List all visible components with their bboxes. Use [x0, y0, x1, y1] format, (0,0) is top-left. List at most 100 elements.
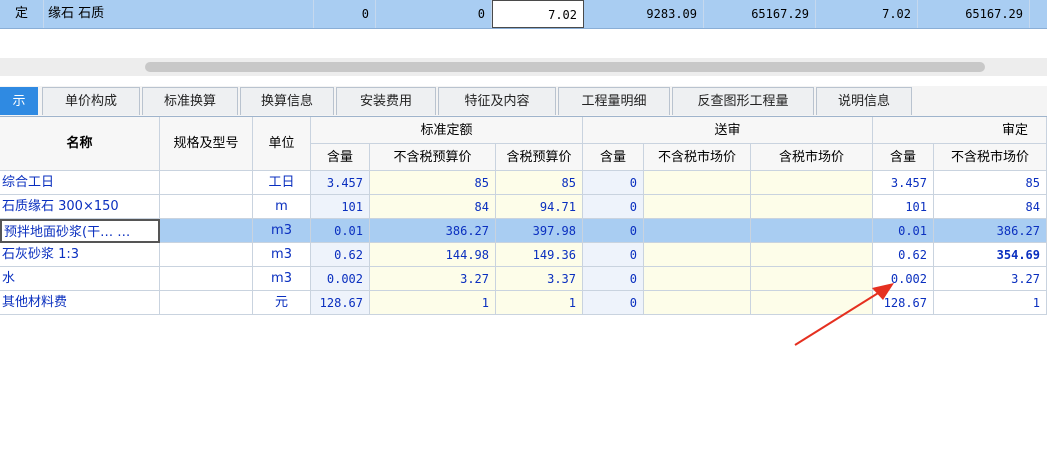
row-code: 定 — [0, 0, 44, 28]
cell-r-qty[interactable]: 0.002 — [873, 267, 934, 291]
scrollbar-thumb[interactable] — [145, 62, 985, 72]
cell-s-incl[interactable]: 149.36 — [496, 243, 583, 267]
detail-tab-bar: 示 单价构成 标准换算 换算信息 安装费用 特征及内容 工程量明细 反查图形工程… — [0, 86, 1047, 117]
header-review-excl: 不含税市场价 — [934, 144, 1047, 171]
cell-r-qty[interactable]: 101 — [873, 195, 934, 219]
header-spec: 规格及型号 — [160, 117, 253, 171]
row-value-5: 65167.29 — [704, 0, 816, 28]
cell-r-qty[interactable]: 0.01 — [873, 219, 934, 243]
cell-sub-qty[interactable]: 0 — [583, 195, 644, 219]
header-standard-qty: 含量 — [311, 144, 370, 171]
cell-s-excl[interactable]: 84 — [370, 195, 496, 219]
cell-s-incl[interactable]: 1 — [496, 291, 583, 315]
cell-s-incl[interactable]: 397.98 — [496, 219, 583, 243]
header-submit-excl: 不含税市场价 — [644, 144, 751, 171]
tab-install-fee[interactable]: 安装费用 — [336, 87, 436, 115]
tab-features[interactable]: 特征及内容 — [438, 87, 556, 115]
row-value-2: 0 — [376, 0, 492, 28]
cell-s-qty[interactable]: 101 — [311, 195, 370, 219]
cell-r-qty[interactable]: 128.67 — [873, 291, 934, 315]
cell-unit[interactable]: m — [253, 195, 311, 219]
row-value-4: 9283.09 — [584, 0, 704, 28]
cell-r-qty[interactable]: 3.457 — [873, 171, 934, 195]
header-group-standard: 标准定额 — [311, 117, 583, 144]
cell-s-excl[interactable]: 144.98 — [370, 243, 496, 267]
cell-sub-excl[interactable] — [644, 195, 751, 219]
cell-r-excl[interactable]: 85 — [934, 171, 1047, 195]
cell-unit[interactable]: m3 — [253, 243, 311, 267]
header-submit-incl: 含税市场价 — [751, 144, 873, 171]
cell-s-excl[interactable]: 85 — [370, 171, 496, 195]
row-name[interactable]: 缘石 石质 — [44, 0, 314, 28]
header-group-review: 审定 — [873, 117, 1047, 144]
cell-sub-qty[interactable]: 0 — [583, 291, 644, 315]
cell-s-qty[interactable]: 0.002 — [311, 267, 370, 291]
cell-unit[interactable]: 元 — [253, 291, 311, 315]
cell-s-qty[interactable]: 3.457 — [311, 171, 370, 195]
cell-r-qty[interactable]: 0.62 — [873, 243, 934, 267]
cell-sub-incl[interactable] — [751, 243, 873, 267]
cell-spec[interactable] — [160, 267, 253, 291]
cell-name[interactable]: 预拌地面砂浆(干… … — [0, 219, 160, 243]
cell-s-qty[interactable]: 128.67 — [311, 291, 370, 315]
tab-display[interactable]: 示 — [0, 87, 38, 115]
cell-sub-excl[interactable] — [644, 243, 751, 267]
cell-s-incl[interactable]: 3.37 — [496, 267, 583, 291]
cell-sub-qty[interactable]: 0 — [583, 243, 644, 267]
row-value-1: 0 — [314, 0, 376, 28]
cell-unit[interactable]: 工日 — [253, 171, 311, 195]
cell-r-excl[interactable]: 3.27 — [934, 267, 1047, 291]
horizontal-scrollbar[interactable] — [0, 58, 1047, 76]
cell-unit[interactable]: m3 — [253, 267, 311, 291]
cell-name[interactable]: 水 — [0, 267, 160, 291]
cell-spec[interactable] — [160, 195, 253, 219]
header-unit: 单位 — [253, 117, 311, 171]
tab-reverse-lookup[interactable]: 反查图形工程量 — [672, 87, 814, 115]
cell-s-qty[interactable]: 0.01 — [311, 219, 370, 243]
cell-sub-incl[interactable] — [751, 195, 873, 219]
header-group-submit: 送审 — [583, 117, 873, 144]
cell-r-excl[interactable]: 386.27 — [934, 219, 1047, 243]
cell-unit[interactable]: m3 — [253, 219, 311, 243]
cell-spec[interactable] — [160, 243, 253, 267]
cell-spec[interactable] — [160, 219, 253, 243]
cell-sub-excl[interactable] — [644, 291, 751, 315]
cell-sub-incl[interactable] — [751, 171, 873, 195]
cell-s-incl[interactable]: 94.71 — [496, 195, 583, 219]
cell-r-excl[interactable]: 354.69 — [934, 243, 1047, 267]
tab-conversion-info[interactable]: 换算信息 — [240, 87, 334, 115]
cell-sub-qty[interactable]: 0 — [583, 219, 644, 243]
cell-sub-incl[interactable] — [751, 267, 873, 291]
cell-s-excl[interactable]: 1 — [370, 291, 496, 315]
cell-s-incl[interactable]: 85 — [496, 171, 583, 195]
cell-s-excl[interactable]: 3.27 — [370, 267, 496, 291]
selected-quota-row[interactable]: 定 缘石 石质 0 0 7.02 9283.09 65167.29 7.02 6… — [0, 0, 1047, 29]
header-standard-excl: 不含税预算价 — [370, 144, 496, 171]
cell-sub-excl[interactable] — [644, 267, 751, 291]
cell-r-excl[interactable]: 84 — [934, 195, 1047, 219]
cell-sub-qty[interactable]: 0 — [583, 267, 644, 291]
cell-s-qty[interactable]: 0.62 — [311, 243, 370, 267]
cell-sub-qty[interactable]: 0 — [583, 171, 644, 195]
tab-description[interactable]: 说明信息 — [816, 87, 912, 115]
cell-sub-excl[interactable] — [644, 219, 751, 243]
row-edit-field[interactable]: 7.02 — [492, 0, 584, 28]
cell-name[interactable]: 石质缘石 300×150 — [0, 195, 160, 219]
cell-s-excl[interactable]: 386.27 — [370, 219, 496, 243]
row-value-7: 65167.29 — [918, 0, 1030, 28]
cell-sub-incl[interactable] — [751, 219, 873, 243]
header-submit-qty: 含量 — [583, 144, 644, 171]
cell-sub-incl[interactable] — [751, 291, 873, 315]
cell-name[interactable]: 其他材料费 — [0, 291, 160, 315]
header-standard-incl: 含税预算价 — [496, 144, 583, 171]
cell-r-excl[interactable]: 1 — [934, 291, 1047, 315]
cell-sub-excl[interactable] — [644, 171, 751, 195]
tab-quantity-detail[interactable]: 工程量明细 — [558, 87, 670, 115]
tab-unit-price[interactable]: 单价构成 — [42, 87, 140, 115]
cell-spec[interactable] — [160, 171, 253, 195]
cell-spec[interactable] — [160, 291, 253, 315]
cell-name[interactable]: 综合工日 — [0, 171, 160, 195]
tab-standard-conversion[interactable]: 标准换算 — [142, 87, 238, 115]
cell-name[interactable]: 石灰砂浆 1:3 — [0, 243, 160, 267]
header-review-qty: 含量 — [873, 144, 934, 171]
